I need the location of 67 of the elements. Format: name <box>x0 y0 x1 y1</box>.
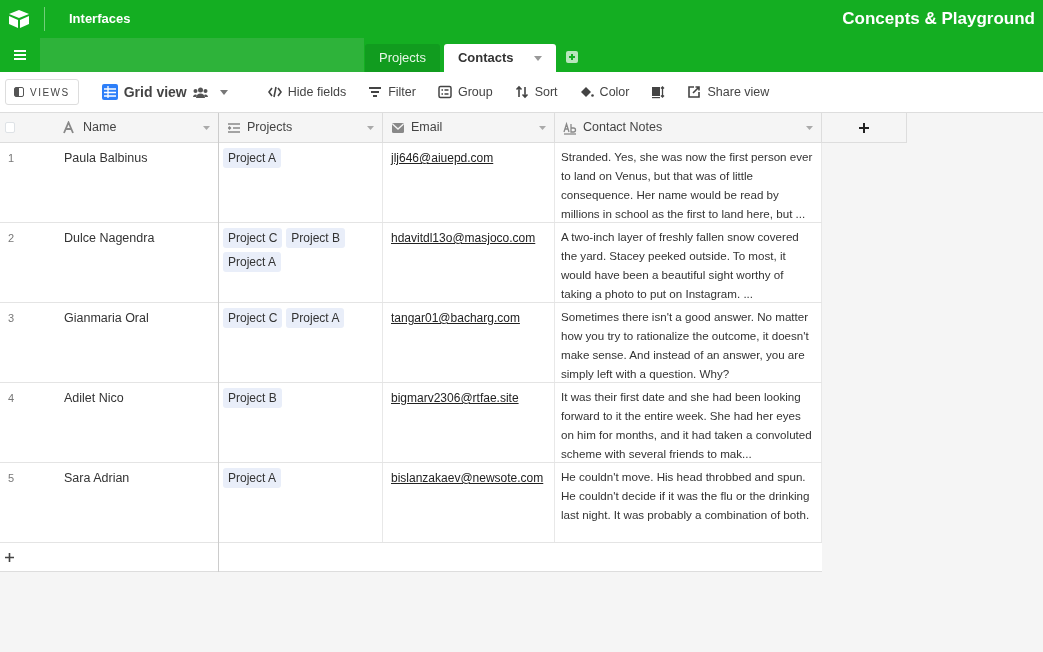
share-icon <box>687 85 702 99</box>
toolbar-button[interactable]: Filter <box>357 78 427 106</box>
caret-icon[interactable] <box>539 125 546 130</box>
toolbar-button[interactable]: Share view <box>676 78 781 106</box>
project-tag: Project A <box>223 252 282 272</box>
link-list-icon <box>227 120 241 135</box>
table-cell-text: Sara Adrian <box>63 470 131 487</box>
filter-icon <box>368 85 383 99</box>
caret-icon[interactable] <box>203 125 210 130</box>
project-tag: Project A <box>286 308 345 328</box>
caret-icon[interactable] <box>533 55 542 61</box>
select-all-checkbox[interactable] <box>5 122 16 133</box>
grid-view-button[interactable]: Grid view <box>90 78 239 106</box>
table-tab[interactable]: Contacts <box>443 44 556 72</box>
column-header[interactable]: Contact Notes <box>555 112 822 143</box>
plus-icon[interactable] <box>5 552 14 562</box>
group-icon <box>437 85 452 99</box>
column-header[interactable]: Email <box>383 112 555 143</box>
notes-text: Stranded. Yes, she was now the first person ever to land on Venus, but that was of little consequence. Her name would be read by millions in school as the first to land here, but ... <box>561 149 814 222</box>
toolbar-button[interactable]: Group <box>426 78 504 106</box>
plus-icon <box>859 122 869 133</box>
toolbar-button[interactable]: Color <box>568 78 641 106</box>
notes-text: It was their first date and she had been looking forward to it the entire week. She had her eyes on him for months, and it had taken a convoluted scheme with several friends to mak... <box>561 389 813 462</box>
caret-icon[interactable] <box>806 125 813 130</box>
notes-text: Sometimes there isn't a good answer. No matter how you try to rationalize the outcome, it doesn't make sense. And instead of an answer, you are simply left with a question. Why? <box>561 309 810 382</box>
grid-icon <box>101 84 118 100</box>
people-icon <box>192 86 208 98</box>
row-height-icon[interactable] <box>651 85 666 99</box>
caret-icon <box>219 89 228 95</box>
email-link[interactable]: tangar01@bacharg.com <box>391 311 520 325</box>
project-tag: Project A <box>223 148 282 168</box>
project-tag: Project A <box>223 468 282 488</box>
table-cell-text: Gianmaria Oral <box>63 310 150 327</box>
row-number: 2 <box>7 231 16 246</box>
table-cell-text: Paula Balbinus <box>63 150 149 167</box>
row-number: 1 <box>7 151 16 166</box>
project-tag: Project C <box>223 228 283 248</box>
table-cell-text: Adilet Nico <box>63 390 125 407</box>
menu-icon[interactable] <box>14 49 28 61</box>
column-header[interactable]: Projects <box>219 112 383 143</box>
sidebar-icon <box>14 87 24 97</box>
code-icon <box>267 85 282 99</box>
views-button[interactable]: VIEWS <box>5 79 79 105</box>
envelope-icon <box>391 120 405 135</box>
add-table-icon[interactable] <box>565 51 578 63</box>
row-number: 4 <box>7 391 16 406</box>
row-number: 3 <box>7 311 16 326</box>
project-tag: Project B <box>223 388 282 408</box>
toolbar-button[interactable]: Hide fields <box>256 78 358 106</box>
caret-icon[interactable] <box>367 125 374 130</box>
table-cell-text: Dulce Nagendra <box>63 230 156 247</box>
sort-icon <box>514 85 529 99</box>
email-link[interactable]: bislanzakaev@newsote.com <box>391 471 544 485</box>
email-link[interactable]: jlj646@aiuepd.com <box>391 151 494 165</box>
long-text-icon <box>563 120 577 135</box>
notes-text: He couldn't move. His head throbbed and spun. He couldn't decide if it was the flu or the drinking last night. It was probably a combination of both. <box>561 469 811 523</box>
column-header[interactable]: Name <box>55 112 218 143</box>
notes-text: A two-inch layer of freshly fallen snow covered the yard. Stacey peeked outside. To most, it would have been a beautiful sight worthy of taking a photo to put on Instagram. ... <box>561 229 800 302</box>
row-number: 5 <box>7 471 16 486</box>
paint-bucket-icon <box>579 85 594 99</box>
cube-logo-icon[interactable] <box>8 9 30 29</box>
email-link[interactable]: bigmarv2306@rtfae.site <box>391 391 519 405</box>
base-title: Concepts & Playground <box>842 8 1035 31</box>
project-tag: Project B <box>286 228 346 248</box>
email-link[interactable]: hdavitdl13o@masjoco.com <box>391 231 536 245</box>
project-tag: Project C <box>223 308 283 328</box>
toolbar-button[interactable]: Sort <box>503 78 569 106</box>
